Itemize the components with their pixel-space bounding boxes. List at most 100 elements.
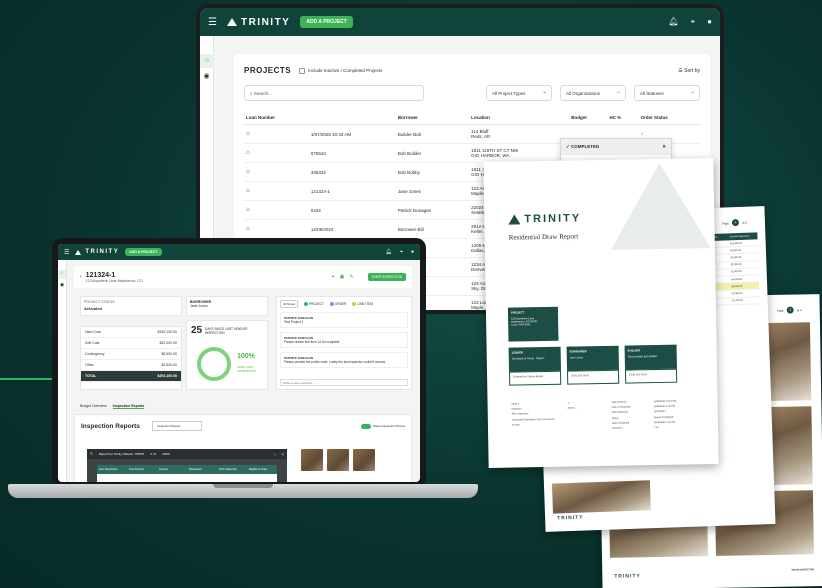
loan-number[interactable]: 12/09/2024 [308, 219, 396, 239]
feed-item[interactable]: PATRICK DUNAGAN Test Project 1 [280, 312, 408, 328]
show-photos-toggle[interactable]: Show Inspection Photos [360, 423, 405, 429]
sort-button[interactable]: ☰ Sort by [678, 68, 700, 74]
map-icon[interactable]: ⌖ [332, 274, 335, 280]
tab-inspection-reports[interactable]: Inspection Reports [112, 404, 145, 409]
pdf-zoom[interactable]: 100% [162, 452, 170, 456]
photo-thumbnail[interactable] [301, 449, 323, 471]
column-header[interactable]: HC % [607, 111, 639, 125]
close-icon[interactable]: ✕ [662, 144, 666, 150]
status-select[interactable]: All Statuses [634, 85, 700, 101]
borrower-name: Jane Jones [569, 356, 584, 360]
project-status-value[interactable]: Activated [84, 306, 178, 311]
location-line-2: GIG HARBOR, WA [471, 153, 510, 158]
filters-row: ⌕ Search... All Project Types All Organi… [244, 85, 700, 101]
toggle-switch[interactable] [360, 423, 371, 429]
inspection-photos [301, 449, 375, 471]
builder-label: BUILDER [627, 348, 641, 353]
user-icon[interactable]: ● [707, 17, 712, 27]
add-project-button[interactable]: ADD A PROJECT [300, 16, 353, 28]
borrower-name: Jane Jones [395, 181, 470, 201]
comment-input[interactable]: Write a new comment... [280, 379, 408, 386]
column-header[interactable]: Borrower [395, 111, 470, 125]
report-cover-page: TRINITY Residential Draw Report PROJECT … [483, 158, 719, 468]
user-icon[interactable]: ● [411, 249, 414, 255]
search-input[interactable]: ⌕ Search... [244, 85, 424, 101]
download-icon[interactable]: ⤓ [274, 452, 275, 456]
completion-ring [197, 347, 231, 381]
show-photos-label: Show Inspection Photos [372, 424, 405, 428]
tab-budget-overview[interactable]: Budget Overview [80, 404, 107, 409]
location-icon[interactable]: ⌖ [691, 17, 696, 27]
bell-icon[interactable]: 🔔︎ [386, 249, 392, 255]
menu-icon[interactable]: ☰ [208, 17, 217, 28]
pdf-viewer[interactable]: Item Description Line Percent Amount Reques… [87, 459, 287, 482]
location-icon[interactable]: ⌖ [400, 249, 403, 255]
borrower-name: Bob Bobby [395, 162, 470, 182]
pdf-toolbar: ☰ Report For Trinity Osbeth- 778607 2 / … [87, 449, 287, 459]
back-icon[interactable]: ‹ [80, 274, 82, 280]
column-header[interactable]: Budget [569, 111, 608, 125]
inspection-reports-card: Inspection Reports Inspection Report Sho… [74, 414, 412, 482]
home-icon[interactable]: ⌂ [200, 54, 214, 68]
include-inactive-toggle[interactable]: Include Inactive / Completed Projects [299, 67, 382, 74]
builder-box: BUILDER Test provided Bob Builder [624, 344, 677, 370]
photo-thumbnail[interactable] [353, 449, 375, 471]
filter-order[interactable]: ORDER [329, 302, 346, 307]
project-status-label: PROJECT STATUS [84, 300, 115, 304]
inspection-stats-card: 25 DAYS SINCE LAST VENDOR INSPECTION 100… [186, 320, 268, 390]
filter-project[interactable]: PROJECT [304, 302, 324, 307]
cost-row: Soft Cost $32,000.00 [81, 338, 181, 349]
user-circle-icon[interactable]: ◉ [200, 72, 213, 80]
report-field: 71% [653, 426, 659, 430]
checkbox-icon[interactable] [299, 67, 306, 74]
logo[interactable]: TRINITY [226, 17, 290, 28]
accent-line [0, 378, 60, 380]
pdf-menu-icon[interactable]: ☰ [90, 452, 93, 456]
projects-header: PROJECTS Include Inactive / Completed Pr… [244, 66, 700, 75]
column-header [308, 111, 396, 125]
logo-mark-icon [75, 249, 82, 255]
feed-item[interactable]: PATRICK DUNAGAN Please provide the public… [280, 352, 408, 368]
report-field: Aiden L. [567, 406, 577, 410]
start-inspection-button[interactable]: START INSPECTION [367, 273, 406, 281]
photo-thumbnail[interactable] [327, 449, 349, 471]
builder-phone: (555) 555-5555 [624, 368, 678, 384]
edit-icon[interactable]: ✎ [349, 274, 353, 280]
report-brand-text: TRINITY [524, 212, 582, 226]
user-circle-icon[interactable]: ◉ [58, 282, 66, 288]
loan-number[interactable]: 1/07/2025 10:43 AM [308, 124, 396, 144]
project-dot-icon [304, 302, 309, 307]
home-icon[interactable]: ⌂ [58, 270, 66, 279]
column-header[interactable]: Location [469, 111, 570, 125]
report-title: Residential Draw Report [508, 232, 579, 242]
column-header[interactable]: Order Status [638, 111, 700, 125]
organization-select[interactable]: All Organizations [560, 85, 626, 101]
inspection-photo [551, 480, 651, 514]
house-icon: ⌂ [244, 143, 309, 163]
loan-number[interactable]: 876543 [308, 143, 396, 163]
fields-mid: 1 Aiden L. [568, 400, 577, 411]
bell-icon[interactable]: 🔔︎ [668, 17, 678, 27]
cost-label: Soft Cost [85, 341, 100, 345]
loan-number[interactable]: 345332 [308, 162, 396, 182]
filter-line-item[interactable]: LINE ITEM [352, 302, 373, 307]
menu-icon[interactable]: ☰ [64, 249, 69, 256]
line-item-dot-icon [352, 302, 357, 307]
print-icon[interactable]: ⎙ [282, 452, 284, 456]
draw-table-cell: $1,000.00 [731, 298, 743, 303]
pdf-page[interactable]: 2 / 5 [150, 452, 156, 456]
house-icon: ⌂ [244, 219, 309, 239]
borrower-phone: (555) 555-5555 [567, 369, 620, 385]
notes-filter-select[interactable]: All Notes [280, 300, 299, 308]
project-type-select[interactable]: All Project Types [486, 85, 552, 101]
image-icon[interactable]: ▣ [340, 274, 345, 280]
report-select[interactable]: Inspection Report [151, 421, 202, 431]
table-header-row: Loan Number Borrower Location Budget HC … [244, 111, 700, 125]
logo[interactable]: TRINITY [75, 249, 119, 255]
loan-number[interactable]: 5432 [308, 200, 396, 220]
feed-item[interactable]: PATRICK DUNAGAN Please review line item 1… [280, 332, 408, 348]
project-header: ‹ 121324-1 123 Anywhere Lane Maplewood, … [74, 266, 412, 288]
loan-number[interactable]: 121324-1 [308, 181, 396, 201]
column-header[interactable]: Loan Number [244, 111, 309, 125]
add-project-button[interactable]: ADD A PROJECT [125, 248, 162, 256]
